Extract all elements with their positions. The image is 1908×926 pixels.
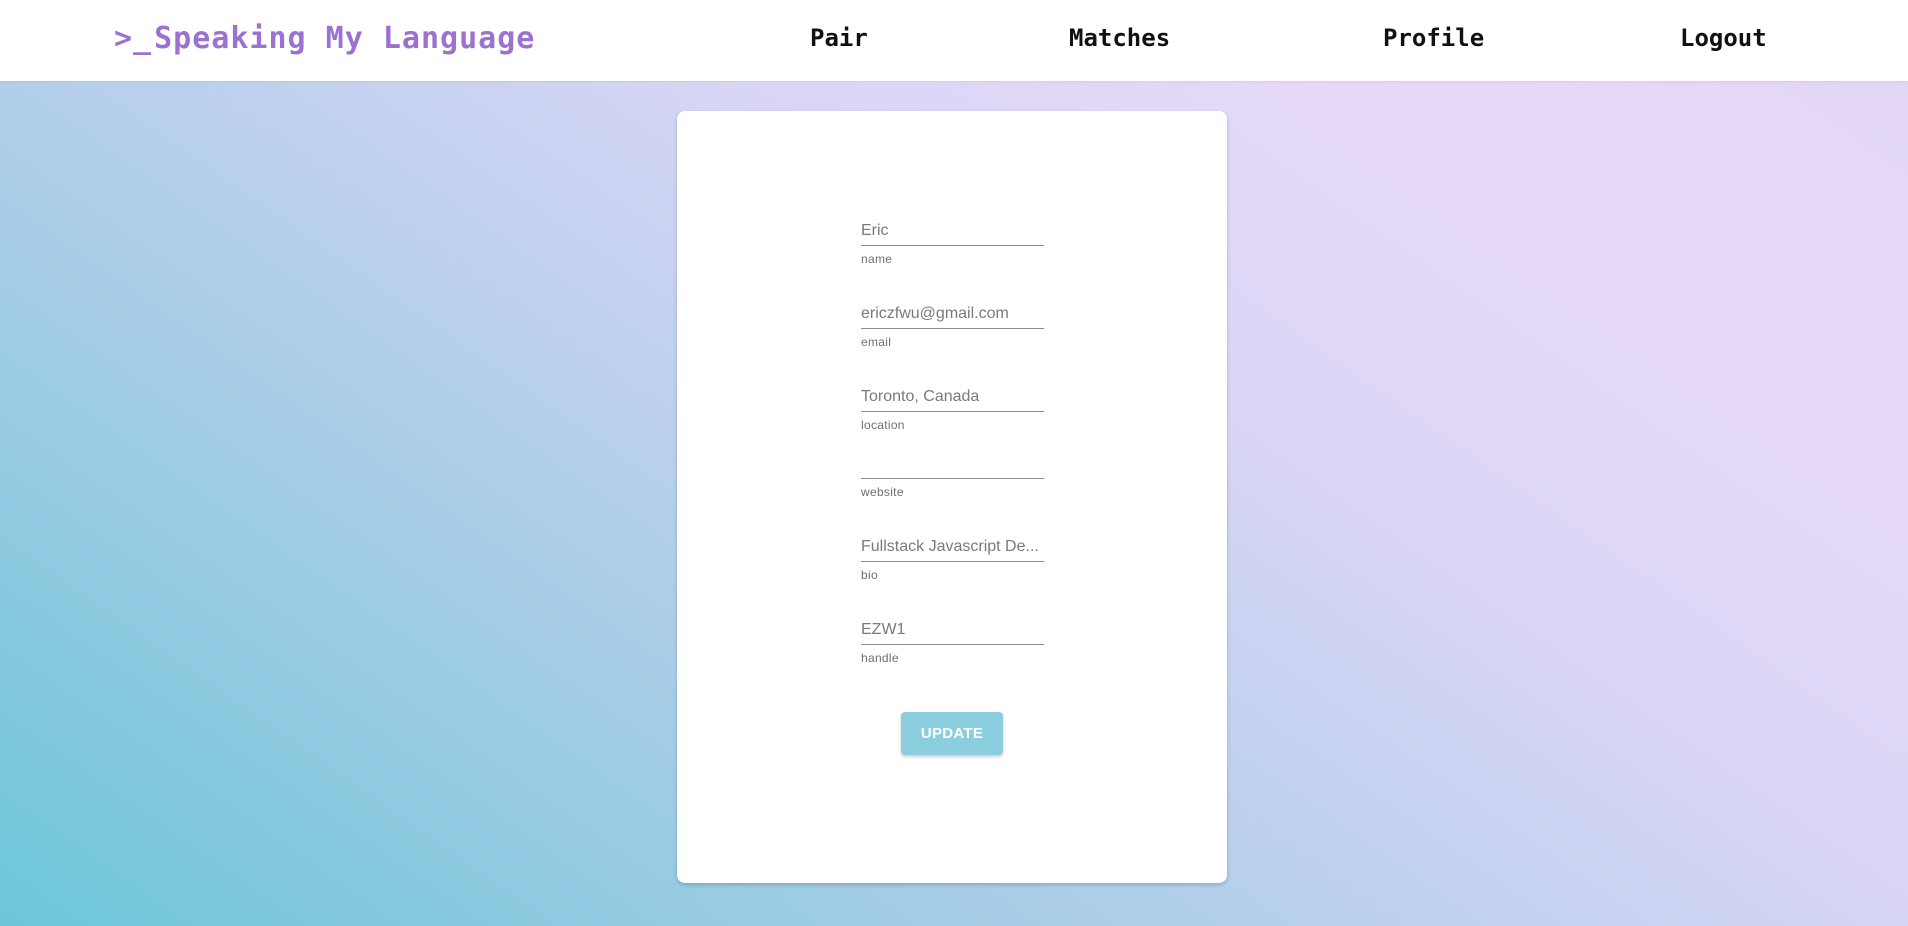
- handle-helper-label: handle: [861, 651, 899, 665]
- nav-link-profile[interactable]: Profile: [1383, 18, 1484, 58]
- website-field-group: website: [861, 449, 1044, 499]
- name-helper-label: name: [861, 252, 893, 266]
- email-field-group: email: [861, 299, 1044, 349]
- update-button[interactable]: UPDATE: [901, 712, 1003, 755]
- handle-field-group: handle: [861, 615, 1044, 665]
- handle-input[interactable]: [861, 615, 1044, 645]
- bio-helper-label: bio: [861, 568, 878, 582]
- name-field-group: name: [861, 216, 1044, 266]
- terminal-prompt-icon: >_: [114, 20, 153, 56]
- navbar: >_ Speaking My Language Pair Matches Pro…: [0, 0, 1908, 81]
- name-input[interactable]: [861, 216, 1044, 246]
- location-input[interactable]: [861, 382, 1044, 412]
- location-helper-label: location: [861, 418, 905, 432]
- nav-link-logout[interactable]: Logout: [1680, 18, 1767, 58]
- email-helper-label: email: [861, 335, 892, 349]
- profile-card: name email location website bio handle U…: [677, 111, 1227, 883]
- bio-field-group: bio: [861, 532, 1044, 582]
- email-input[interactable]: [861, 299, 1044, 329]
- brand-title: Speaking My Language: [154, 20, 536, 56]
- nav-link-pair[interactable]: Pair: [810, 18, 868, 58]
- nav-link-matches[interactable]: Matches: [1069, 18, 1170, 58]
- website-input[interactable]: [861, 449, 1044, 479]
- website-helper-label: website: [861, 485, 904, 499]
- brand-logo-link[interactable]: >_ Speaking My Language: [114, 14, 535, 62]
- location-field-group: location: [861, 382, 1044, 432]
- bio-input[interactable]: [861, 532, 1044, 562]
